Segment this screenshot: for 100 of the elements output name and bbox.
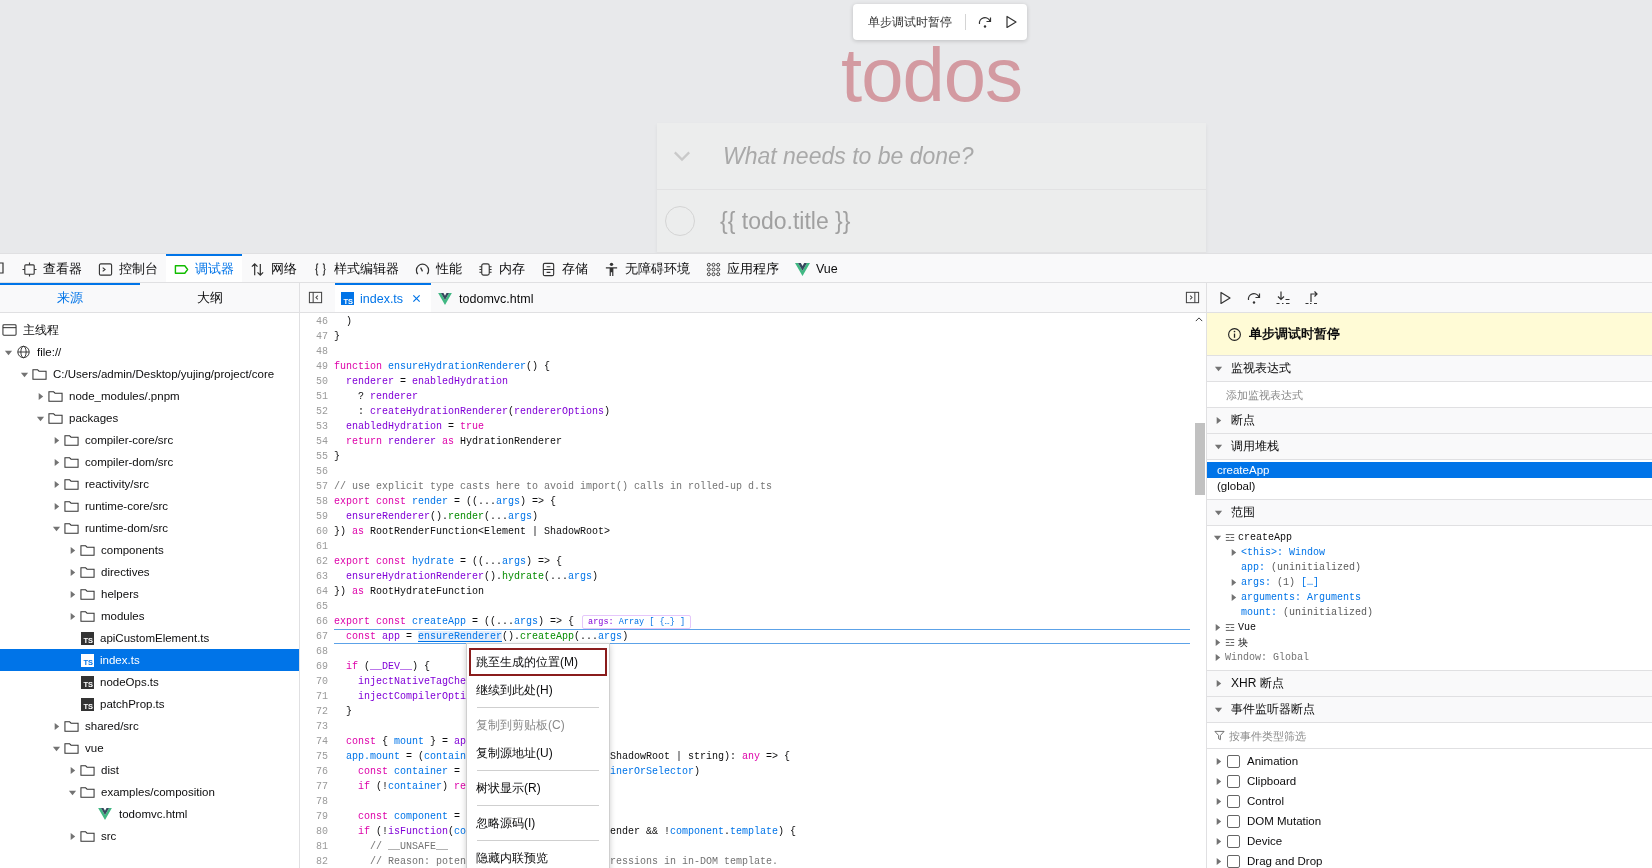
scroll-up-icon[interactable] [1195,317,1203,322]
section-header[interactable]: 调用堆栈 [1207,434,1652,460]
caret-icon[interactable] [1214,836,1223,846]
devtools-tab[interactable]: 调试器 [166,254,242,282]
devtools-tab[interactable]: 控制台 [90,254,166,282]
section-header[interactable]: XHR 断点 [1207,671,1652,697]
caret-icon[interactable] [68,831,77,841]
caret-icon[interactable] [1214,856,1223,866]
devtools-tab[interactable]: 查看器 [14,254,90,282]
section-header[interactable]: 事件监听器断点 [1207,697,1652,723]
caret-icon[interactable] [36,391,45,401]
caret-icon[interactable] [1214,816,1223,826]
devtools-tab[interactable]: 性能 [407,254,470,282]
scope-name[interactable]: createApp [1238,532,1292,543]
tree-item[interactable]: components [0,539,299,561]
variable-name[interactable]: <this>: [1241,547,1283,558]
section-header[interactable]: 断点 [1207,408,1652,434]
call-stack-frame[interactable]: createApp [1207,462,1652,478]
caret-icon[interactable] [1213,653,1222,662]
caret-icon[interactable] [1214,442,1223,451]
variable-name[interactable]: app: [1241,562,1265,573]
caret-icon[interactable] [52,501,61,511]
caret-icon[interactable] [1214,416,1223,425]
devtools-tab[interactable]: 内存 [470,254,533,282]
caret-icon[interactable] [52,435,61,445]
new-todo-field[interactable]: What needs to be done? [723,142,1163,170]
caret-icon[interactable] [68,567,77,577]
tree-item[interactable]: compiler-core/src [0,429,299,451]
caret-icon[interactable] [1214,796,1223,806]
tree-item[interactable]: src [0,825,299,847]
sidebar-toggle-icon[interactable] [1185,290,1200,305]
file-tab[interactable]: todomvc.html [431,283,544,312]
caret-icon[interactable] [68,611,77,621]
devtools-tab[interactable]: 存储 [533,254,596,282]
scrollbar-thumb[interactable] [1195,423,1205,495]
caret-icon[interactable] [1213,533,1222,542]
caret-icon[interactable] [1229,578,1238,587]
sidebar-toggle-icon[interactable] [308,290,323,305]
caret-icon[interactable] [68,765,77,775]
tree-item[interactable]: examples/composition [0,781,299,803]
tree-item[interactable]: compiler-dom/src [0,451,299,473]
tree-item[interactable]: packages [0,407,299,429]
tree-item[interactable]: directives [0,561,299,583]
menu-item[interactable]: 继续到此处(H) [467,676,609,704]
caret-icon[interactable] [68,589,77,599]
scope-name[interactable]: Window: Global [1225,652,1309,663]
devtools-tab[interactable]: 样式编辑器 [305,254,407,282]
event-filter-field[interactable]: 按事件类型筛选 [1229,729,1529,742]
caret-icon[interactable] [1213,623,1222,632]
close-icon[interactable] [412,294,422,303]
caret-icon[interactable] [52,479,61,489]
section-header[interactable]: 监视表达式 [1207,356,1652,382]
caret-icon[interactable] [1214,364,1223,373]
variable-name[interactable]: args: [1241,577,1271,588]
tree-item[interactable]: 主线程 [0,319,299,341]
devtools-tab[interactable]: 网络 [242,254,305,282]
panel-tab[interactable]: 来源 [0,283,140,312]
menu-item[interactable]: 跳至生成的位置(M) [469,648,607,676]
play-icon[interactable] [1217,289,1233,306]
tree-item[interactable]: reactivity/src [0,473,299,495]
checkbox[interactable] [1227,814,1240,828]
checkbox[interactable] [1227,854,1240,868]
caret-icon[interactable] [52,457,61,467]
devtools-tab[interactable]: 无障碍环境 [596,254,698,282]
scope-name[interactable]: Vue [1238,622,1256,633]
menu-item[interactable]: 树状显示(R) [467,774,609,802]
tree-item[interactable]: dist [0,759,299,781]
step-out-icon[interactable] [1304,289,1320,306]
caret-icon[interactable] [1214,776,1223,786]
scope-name[interactable]: 块 [1238,635,1248,650]
menu-item[interactable]: 复制源地址(U) [467,739,609,767]
tree-item[interactable]: runtime-dom/src [0,517,299,539]
menu-item[interactable]: 忽略源码(I) [467,809,609,837]
tree-item[interactable]: C:/Users/admin/Desktop/yujing/project/core [0,363,299,385]
tree-item[interactable]: shared/src [0,715,299,737]
checkbox[interactable] [1227,794,1240,808]
tree-item[interactable]: vue [0,737,299,759]
caret-icon[interactable] [1214,756,1223,766]
section-header[interactable]: 范围 [1207,500,1652,526]
caret-icon[interactable] [1229,593,1238,602]
caret-icon[interactable] [1213,638,1222,647]
tree-item[interactable]: file:// [0,341,299,363]
devtools-tab[interactable]: 应用程序 [698,254,787,282]
tree-item[interactable]: runtime-core/src [0,495,299,517]
panel-tab[interactable]: 大纲 [140,283,280,312]
variable-name[interactable]: mount: [1241,607,1277,618]
tree-item[interactable]: todomvc.html [0,803,299,825]
tree-item[interactable]: modules [0,605,299,627]
caret-icon[interactable] [1229,548,1238,557]
caret-icon[interactable] [1214,508,1223,517]
caret-icon[interactable] [1214,705,1223,714]
variable-name[interactable]: arguments: [1241,592,1301,603]
menu-item[interactable]: 隐藏内联预览 [467,844,609,868]
caret-icon[interactable] [68,545,77,555]
caret-icon[interactable] [1214,679,1223,688]
checkbox[interactable] [1227,754,1240,768]
step-in-icon[interactable] [1275,289,1291,306]
tree-item[interactable]: node_modules/.pnpm [0,385,299,407]
caret-icon[interactable] [52,721,61,731]
watch-expression-field[interactable]: 添加监视表达式 [1226,388,1526,401]
